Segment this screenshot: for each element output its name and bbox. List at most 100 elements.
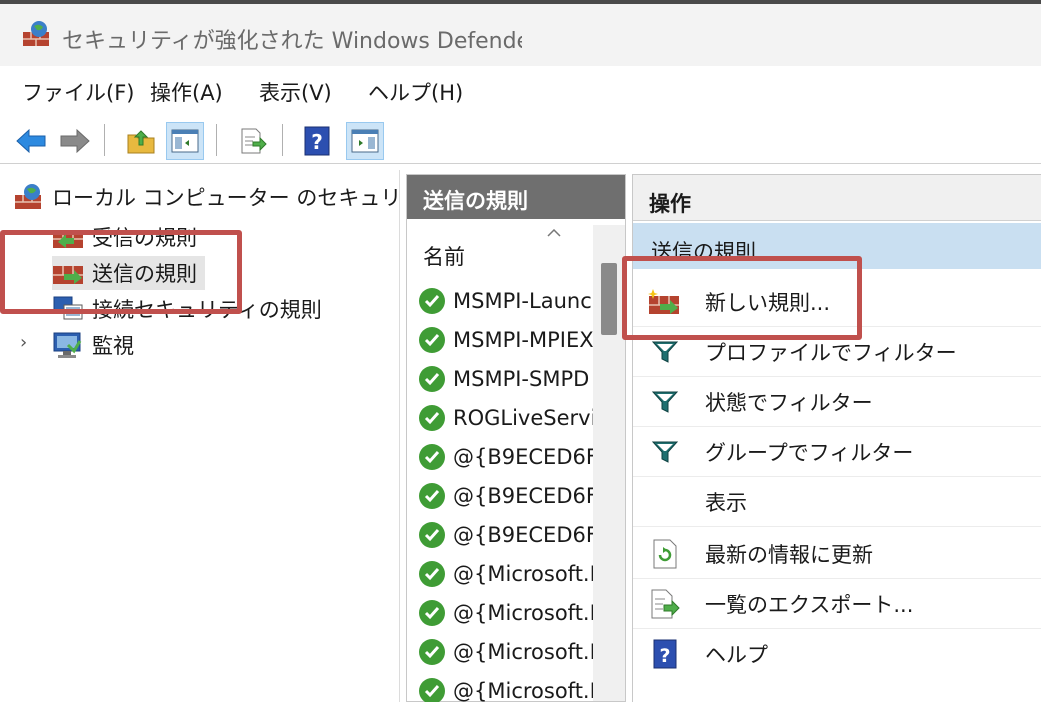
folder-up-icon <box>127 130 155 154</box>
check-icon <box>419 404 445 431</box>
help-button[interactable]: ? <box>298 122 336 160</box>
sort-ascending-icon <box>547 225 561 241</box>
tree-root-label: ローカル コンピューター のセキュリティが強化された Windows Defen… <box>52 186 400 210</box>
rule-name: ROGLiveService <box>453 405 593 430</box>
toolbar: ? <box>0 116 1041 164</box>
action-label: プロファイルでフィルター <box>705 340 957 365</box>
help-glyph: ? <box>659 645 670 667</box>
connection-security-icon <box>52 295 84 323</box>
refresh-icon <box>647 538 683 570</box>
arrow-right-icon <box>60 128 90 154</box>
check-icon <box>419 599 445 626</box>
rule-name: @{Microsoft.BingWeather <box>453 639 593 664</box>
rules-list-pane: 送信の規則 名前 MSMPI-LaunchSvc MSMPI-MPIEXEC M… <box>406 174 626 702</box>
rule-name: @{Microsoft.BingWeather <box>453 600 593 625</box>
scroll-thumb[interactable] <box>601 263 617 335</box>
list-item[interactable]: @{Microsoft.DesktopAppInstaller <box>419 671 593 702</box>
console-tree: ローカル コンピューター のセキュリティが強化された Windows Defen… <box>0 170 400 702</box>
menu-file[interactable]: ファイル(F) <box>22 77 134 107</box>
action-filter-by-state[interactable]: 状態でフィルター <box>633 377 1041 427</box>
check-icon <box>419 638 445 665</box>
arrow-left-icon <box>16 128 46 154</box>
up-folder-button[interactable] <box>122 122 160 160</box>
actions-pane-header: 操作 <box>633 175 1041 221</box>
filter-icon <box>647 336 683 368</box>
show-hide-tree-button[interactable] <box>166 122 204 160</box>
tree-item-label: 受信の規則 <box>92 226 197 250</box>
outbound-firewall-icon <box>52 259 84 287</box>
rule-name: MSMPI-LaunchSvc <box>453 288 593 313</box>
rule-name: @{B9ECED6F.ASUSPCAssistant <box>453 444 593 469</box>
check-icon <box>419 326 445 353</box>
action-pane-icon <box>351 129 379 153</box>
menu-help[interactable]: ヘルプ(H) <box>368 77 463 107</box>
check-icon <box>419 287 445 314</box>
help-glyph: ? <box>311 130 323 154</box>
list-item[interactable]: ROGLiveService <box>419 398 593 437</box>
expand-chevron-icon[interactable]: › <box>20 332 27 353</box>
menu-bar: ファイル(F) 操作(A) 表示(V) ヘルプ(H) <box>0 66 1041 116</box>
check-icon <box>419 521 445 548</box>
action-view[interactable]: 表示 <box>633 477 1041 527</box>
menu-view[interactable]: 表示(V) <box>259 77 332 107</box>
new-rule-icon <box>647 286 683 318</box>
tree-item-outbound-rules[interactable]: 送信の規則 <box>52 256 205 290</box>
help-icon: ? <box>647 638 683 670</box>
vertical-scrollbar[interactable] <box>593 225 625 701</box>
list-item[interactable]: MSMPI-MPIEXEC <box>419 320 593 359</box>
rules-list: MSMPI-LaunchSvc MSMPI-MPIEXEC MSMPI-SMPD… <box>419 281 593 702</box>
menu-action[interactable]: 操作(A) <box>150 77 223 107</box>
action-label: ヘルプ <box>705 643 768 667</box>
action-label: 最新の情報に更新 <box>705 542 873 567</box>
firewall-globe-icon <box>14 183 44 211</box>
action-label: 状態でフィルター <box>705 390 873 415</box>
action-label: 新しい規則... <box>705 290 831 315</box>
action-help[interactable]: ? ヘルプ <box>633 629 1041 679</box>
export-icon <box>647 588 683 620</box>
inbound-firewall-icon <box>52 223 84 251</box>
tree-item-monitoring[interactable]: 監視 <box>52 328 134 362</box>
filter-icon <box>647 386 683 418</box>
list-item[interactable]: MSMPI-LaunchSvc <box>419 281 593 320</box>
list-item[interactable]: @{Microsoft.BingWeather <box>419 593 593 632</box>
action-filter-by-profile[interactable]: プロファイルでフィルター <box>633 327 1041 377</box>
column-header-name[interactable]: 名前 <box>407 225 593 269</box>
action-filter-by-group[interactable]: グループでフィルター <box>633 427 1041 477</box>
title-bar: セキュリティが強化された Windows Defender ファイアウォール <box>0 0 1041 66</box>
tree-root[interactable]: ローカル コンピューター のセキュリティが強化された Windows Defen… <box>14 180 400 214</box>
tree-item-label: 監視 <box>92 334 134 358</box>
rule-name: @{B9ECED6F.ASUSPCAssistant <box>453 483 593 508</box>
rule-name: MSMPI-SMPD <box>453 366 590 391</box>
check-icon <box>419 560 445 587</box>
show-hide-action-pane-button[interactable] <box>346 122 384 160</box>
actions-section-outbound-rules[interactable]: 送信の規則 <box>633 223 1041 269</box>
list-pane-header: 送信の規則 <box>407 175 625 219</box>
list-item[interactable]: @{Microsoft.BingWeather <box>419 554 593 593</box>
check-icon <box>419 482 445 509</box>
filter-icon <box>647 436 683 468</box>
tree-item-connection-security-rules[interactable]: 接続セキュリティの規則 <box>52 292 322 326</box>
check-icon <box>419 677 445 702</box>
firewall-globe-icon <box>22 20 50 48</box>
back-button[interactable] <box>12 122 50 160</box>
action-export-list[interactable]: 一覧のエクスポート... <box>633 579 1041 629</box>
tree-item-inbound-rules[interactable]: 受信の規則 <box>52 220 197 254</box>
export-icon <box>241 128 267 154</box>
action-refresh[interactable]: 最新の情報に更新 <box>633 529 1041 579</box>
monitor-icon <box>52 331 84 359</box>
list-item[interactable]: @{Microsoft.BingWeather <box>419 632 593 671</box>
action-label: 一覧のエクスポート... <box>705 592 914 617</box>
tree-item-label: 接続セキュリティの規則 <box>92 298 322 322</box>
console-tree-icon <box>171 129 199 153</box>
blank-icon <box>647 486 683 518</box>
action-new-rule[interactable]: 新しい規則... <box>633 277 1041 327</box>
list-item[interactable]: MSMPI-SMPD <box>419 359 593 398</box>
export-list-button[interactable] <box>234 122 272 160</box>
forward-button[interactable] <box>56 122 94 160</box>
list-item[interactable]: @{B9ECED6F.ASUSPCAssistant <box>419 437 593 476</box>
list-item[interactable]: @{B9ECED6F.ASUSPCAssistant <box>419 515 593 554</box>
window-title: セキュリティが強化された Windows Defender ファイアウォール <box>62 29 522 54</box>
toolbar-separator <box>104 124 105 156</box>
actions-pane: 操作 送信の規則 新しい規則... プロファイルでフィルター 状態でフィルター … <box>632 174 1041 702</box>
list-item[interactable]: @{B9ECED6F.ASUSPCAssistant <box>419 476 593 515</box>
